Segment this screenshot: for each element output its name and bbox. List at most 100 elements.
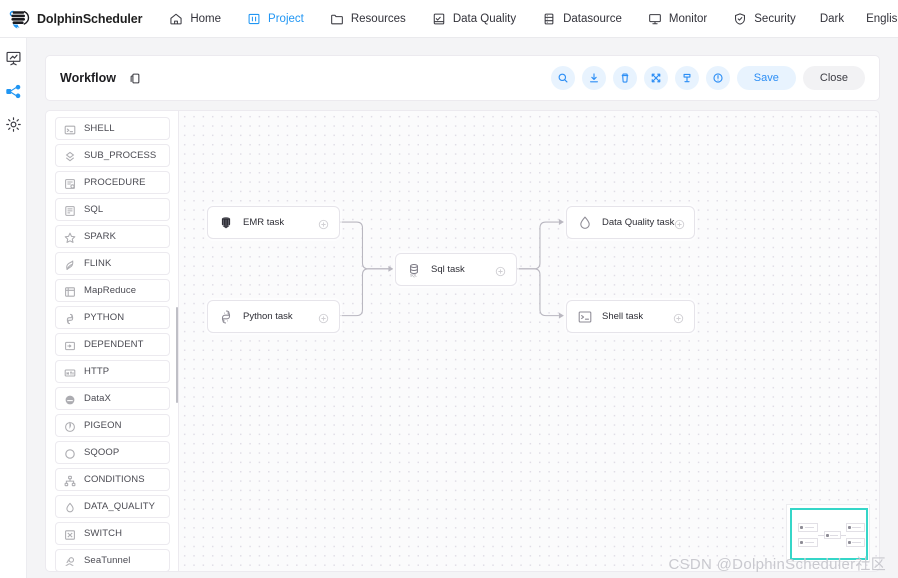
nav-item-data-quality[interactable]: Data Quality <box>419 0 529 38</box>
palette-item-label: CONDITIONS <box>84 474 145 485</box>
edge-connectors <box>339 219 564 319</box>
minimap-node-dot <box>800 541 803 544</box>
palette-item-switch[interactable]: SWITCH <box>55 522 170 545</box>
format-button[interactable] <box>674 66 699 90</box>
monitor-icon <box>648 12 662 26</box>
palette-item-label: DEPENDENT <box>84 339 144 350</box>
palette-item-datax[interactable]: DataX <box>55 387 170 410</box>
header-right-controls: Dark English Asia/Shanghai admin1 <box>809 0 898 38</box>
pigeon-icon <box>64 420 76 432</box>
save-button[interactable]: Save <box>736 66 796 90</box>
python-icon <box>64 312 76 324</box>
procedure-icon <box>64 177 76 189</box>
canvas-node-python-task[interactable]: Python task <box>207 300 340 333</box>
palette-item-python[interactable]: PYTHON <box>55 306 170 329</box>
palette-item-sqoop[interactable]: SQOOP <box>55 441 170 464</box>
data-quality-icon <box>432 12 446 26</box>
flink-icon <box>64 258 76 270</box>
plus-circle-icon[interactable] <box>673 311 684 324</box>
minimap-node-line <box>830 535 838 536</box>
nav-item-project[interactable]: Project <box>234 0 317 38</box>
dolphin-logo-icon <box>8 7 34 31</box>
presentation-icon[interactable] <box>5 50 22 67</box>
brand[interactable]: DolphinScheduler <box>8 7 142 31</box>
palette-item-label: SWITCH <box>84 528 123 539</box>
shield-check-icon <box>733 12 747 26</box>
canvas-node-data-quality-task[interactable]: Data Quality task <box>566 206 695 239</box>
download-button[interactable] <box>581 66 606 90</box>
main-nav: Home Project Resources Data Quality Data… <box>156 0 808 38</box>
spark-icon <box>64 231 76 243</box>
palette-item-data-quality[interactable]: DATA_QUALITY <box>55 495 170 518</box>
plus-circle-icon[interactable] <box>495 264 506 277</box>
minimap-edge <box>841 535 846 536</box>
palette-item-seatunnel[interactable]: SeaTunnel <box>55 549 170 571</box>
page-title: Workflow <box>60 71 117 85</box>
database-icon <box>542 12 556 26</box>
palette-item-mapreduce[interactable]: MapReduce <box>55 279 170 302</box>
search-button[interactable] <box>550 66 575 90</box>
palette-item-label: SQL <box>84 204 104 215</box>
nav-item-security[interactable]: Security <box>720 0 809 38</box>
nav-item-monitor[interactable]: Monitor <box>635 0 720 38</box>
palette-item-flink[interactable]: FLINK <box>55 252 170 275</box>
brand-name: DolphinScheduler <box>37 11 143 26</box>
language-select[interactable]: English <box>855 0 898 38</box>
gear-icon[interactable] <box>5 116 22 133</box>
palette-item-sql[interactable]: SQL <box>55 198 170 221</box>
close-button[interactable]: Close <box>802 66 865 90</box>
nav-item-datasource[interactable]: Datasource <box>529 0 635 38</box>
canvas-node-shell-task[interactable]: Shell task <box>566 300 695 333</box>
workflow-nodes-icon[interactable] <box>5 83 22 100</box>
palette-item-spark[interactable]: SPARK <box>55 225 170 248</box>
http-icon <box>64 366 76 378</box>
workflow-toolbar: Workflow Save Close <box>45 55 880 101</box>
top-header: DolphinScheduler Home Project Resources … <box>0 0 898 38</box>
project-grid-icon <box>247 12 261 26</box>
theme-toggle-label: Dark <box>819 12 845 25</box>
shell-node-icon <box>577 309 593 325</box>
minimap-node-dot <box>800 526 803 529</box>
dependent-icon <box>64 339 76 351</box>
palette-item-label: DataX <box>84 393 111 404</box>
data-quality-node-icon <box>577 215 593 231</box>
emr-icon <box>218 215 234 231</box>
palette-item-label: SQOOP <box>84 447 120 458</box>
minimap-node-dot <box>848 541 851 544</box>
task-palette: SHELL SUB_PROCESS PROCEDURE SQL SPARK FL… <box>45 110 178 572</box>
nav-item-project-label: Project <box>268 12 304 25</box>
palette-item-sub-process[interactable]: SUB_PROCESS <box>55 144 170 167</box>
palette-item-label: SPARK <box>84 231 117 242</box>
info-button[interactable] <box>705 66 730 90</box>
plus-circle-icon[interactable] <box>674 217 685 230</box>
delete-button[interactable] <box>612 66 637 90</box>
palette-item-dependent[interactable]: DEPENDENT <box>55 333 170 356</box>
minimap-node-line <box>805 527 814 528</box>
conditions-icon <box>64 474 76 486</box>
workspace: Workflow Save Close SHELL SUB_PROCESS PR… <box>27 38 898 578</box>
palette-item-pigeon[interactable]: PIGEON <box>55 414 170 437</box>
nav-item-home[interactable]: Home <box>156 0 234 38</box>
workflow-canvas[interactable]: EMR task Python task SQL Sql task Data Q… <box>178 110 880 572</box>
canvas-node-emr-task[interactable]: EMR task <box>207 206 340 239</box>
minimap-viewport[interactable] <box>790 508 868 560</box>
sql-icon <box>64 204 76 216</box>
canvas-node-label: Sql task <box>431 264 465 275</box>
theme-toggle[interactable]: Dark <box>809 0 855 38</box>
canvas-node-label: Data Quality task <box>602 217 675 228</box>
shell-icon <box>64 123 76 135</box>
nav-item-resources[interactable]: Resources <box>317 0 419 38</box>
palette-item-shell[interactable]: SHELL <box>55 117 170 140</box>
nav-item-monitor-label: Monitor <box>668 12 708 25</box>
switch-icon <box>64 528 76 540</box>
palette-item-conditions[interactable]: CONDITIONS <box>55 468 170 491</box>
copy-icon[interactable] <box>129 72 142 85</box>
plus-circle-icon[interactable] <box>318 217 329 230</box>
fullscreen-button[interactable] <box>643 66 668 90</box>
seatunnel-icon <box>64 555 76 567</box>
minimap[interactable] <box>786 504 870 562</box>
palette-item-http[interactable]: HTTP <box>55 360 170 383</box>
canvas-node-sql-task[interactable]: SQL Sql task <box>395 253 517 286</box>
plus-circle-icon[interactable] <box>318 311 329 324</box>
palette-item-procedure[interactable]: PROCEDURE <box>55 171 170 194</box>
